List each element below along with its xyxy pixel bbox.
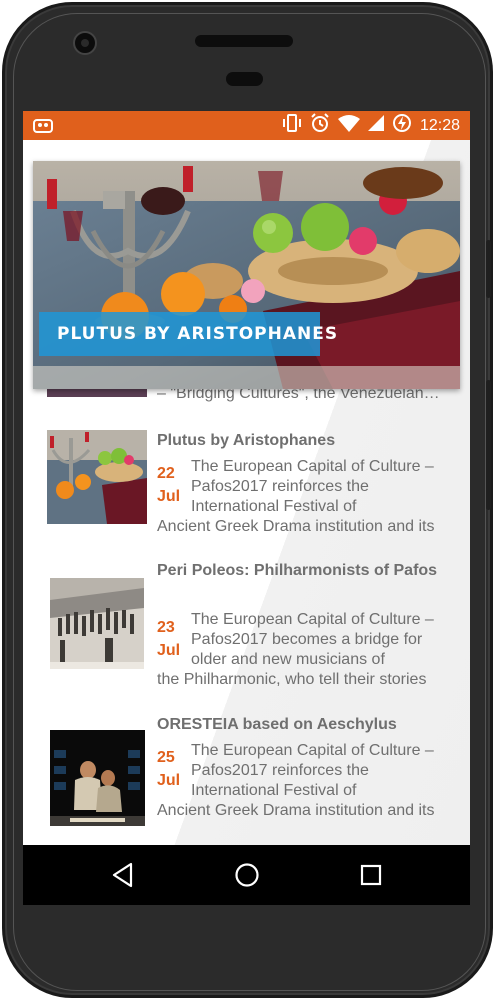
article-description: The European Capital of Culture – Pafos2… (191, 742, 434, 799)
alarm-icon (310, 113, 330, 138)
featured-title-label[interactable]: PLUTUS BY ARISTOPHANES (39, 312, 337, 356)
article-description: The European Capital of Culture – Pafos2… (191, 611, 434, 668)
proximity-sensor (226, 72, 263, 86)
list-item[interactable]: ORESTEIA based on Aeschylus 25 Jul The E… (23, 714, 470, 844)
article-description-tail: Ancient Greek Drama institution and its (157, 802, 435, 819)
home-icon[interactable] (233, 861, 261, 889)
wifi-icon (337, 114, 360, 137)
back-icon[interactable] (109, 861, 137, 889)
app-notification-icon (33, 118, 53, 133)
signal-icon (367, 115, 384, 136)
article-title[interactable]: Peri Poleos: Philharmonists of Pafos (157, 560, 447, 581)
article-month: Jul (157, 772, 181, 789)
article-day: 22 (157, 465, 175, 482)
status-icons: 12:28 (282, 111, 460, 140)
article-date: 25 Jul (157, 746, 187, 792)
power-button (486, 380, 491, 510)
article-thumbnail (50, 578, 144, 669)
article-description-tail: the Philharmonic, who tell their stories (157, 671, 427, 688)
article-title[interactable]: ORESTEIA based on Aeschylus (157, 714, 447, 735)
screen: 12:28 – "Bridging Cultures", the Venezue… (23, 111, 470, 905)
status-time: 12:28 (419, 116, 460, 134)
list-item[interactable]: Peri Poleos: Philharmonists of Pafos 23 … (23, 560, 470, 690)
earpiece-speaker (195, 35, 293, 47)
article-description-tail: Ancient Greek Drama institution and its (157, 518, 435, 535)
featured-title: PLUTUS BY ARISTOPHANES (57, 324, 339, 344)
navigation-bar (23, 845, 470, 905)
article-thumbnail (50, 730, 145, 826)
article-month: Jul (157, 488, 181, 505)
front-camera (73, 31, 97, 55)
recents-icon[interactable] (357, 861, 385, 889)
article-day: 25 (157, 749, 175, 766)
article-day: 23 (157, 619, 175, 636)
list-item[interactable]: Plutus by Aristophanes 22 Jul The Europe… (23, 430, 470, 540)
article-title[interactable]: Plutus by Aristophanes (157, 430, 447, 451)
vibrate-icon (282, 114, 302, 137)
volume-button (486, 240, 491, 298)
article-description: The European Capital of Culture – Pafos2… (191, 458, 434, 515)
article-thumbnail (47, 430, 147, 524)
article-date: 23 Jul (157, 616, 187, 662)
article-month: Jul (157, 642, 181, 659)
featured-card[interactable]: PLUTUS BY ARISTOPHANES (33, 161, 460, 389)
status-bar: 12:28 (23, 111, 470, 140)
battery-charging-icon (392, 113, 412, 138)
article-date: 22 Jul (157, 462, 187, 508)
article-list[interactable]: – "Bridging Cultures", the Venezuelan Ph… (23, 140, 470, 845)
